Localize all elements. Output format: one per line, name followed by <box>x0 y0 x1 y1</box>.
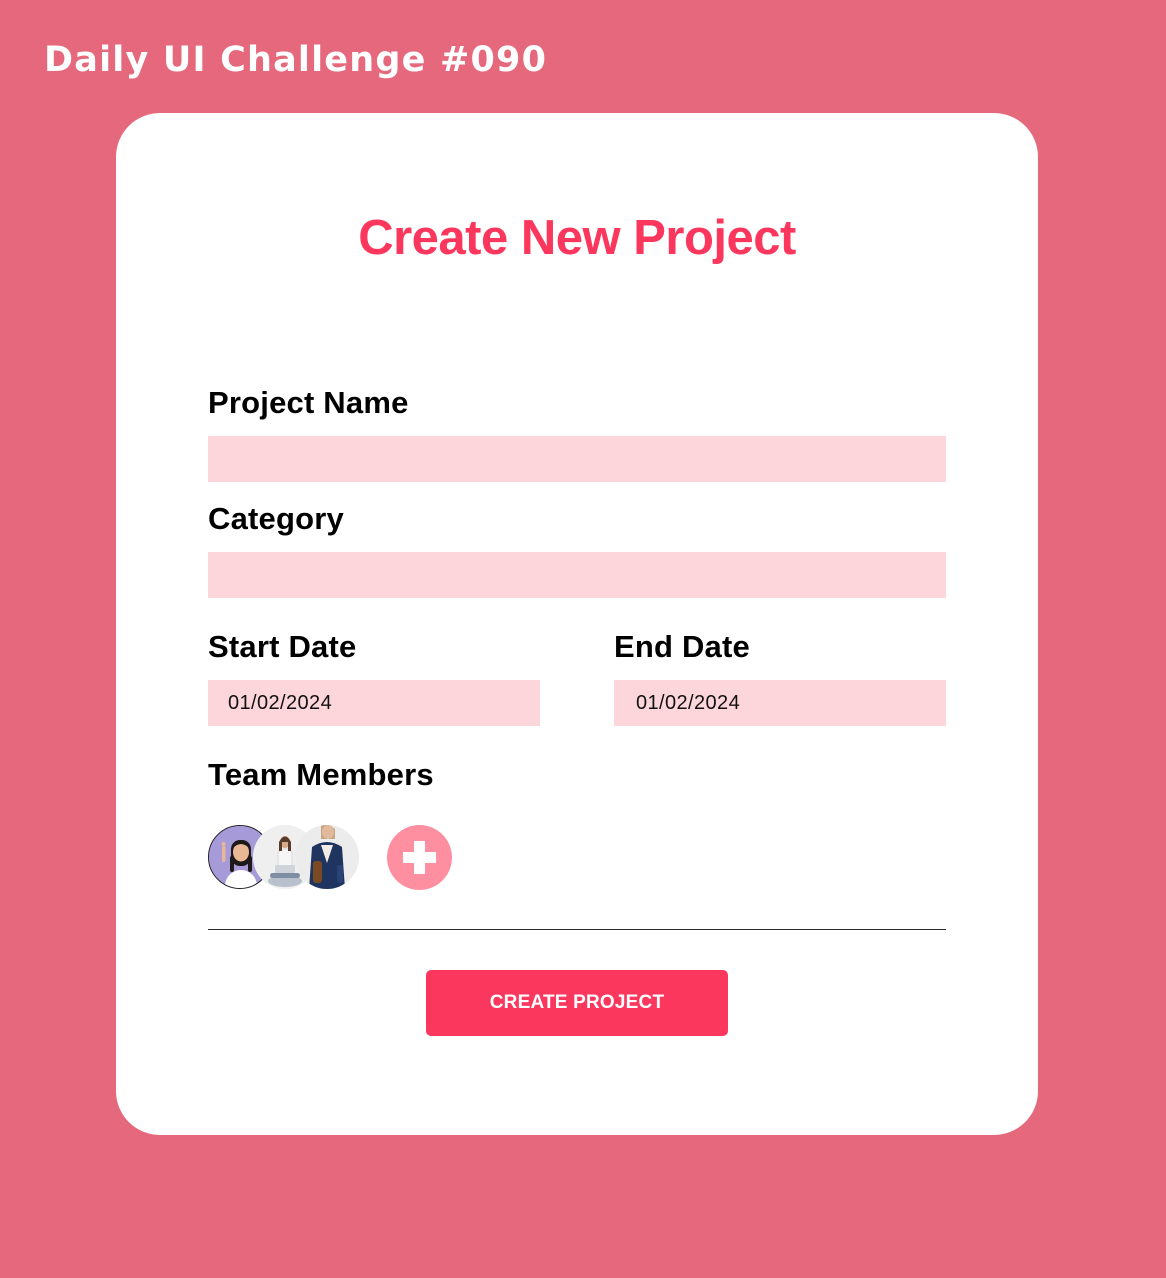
team-members-label: Team Members <box>208 757 434 792</box>
add-team-member-button[interactable] <box>387 825 452 890</box>
create-project-button[interactable]: CREATE PROJECT <box>426 970 728 1036</box>
team-member-avatar[interactable] <box>295 825 359 889</box>
end-date-input[interactable] <box>614 680 946 726</box>
start-date-input[interactable] <box>208 680 540 726</box>
end-date-label: End Date <box>614 629 750 664</box>
divider <box>208 929 946 930</box>
category-input[interactable] <box>208 552 946 598</box>
category-label: Category <box>208 501 344 536</box>
project-name-label: Project Name <box>208 385 409 420</box>
form-title: Create New Project <box>358 211 796 265</box>
challenge-title: Daily UI Challenge #090 <box>44 40 548 80</box>
start-date-label: Start Date <box>208 629 357 664</box>
page-background: { "header": { "challenge_title": "Daily … <box>0 0 1166 1278</box>
project-name-input[interactable] <box>208 436 946 482</box>
plus-icon-stroke <box>414 841 425 874</box>
